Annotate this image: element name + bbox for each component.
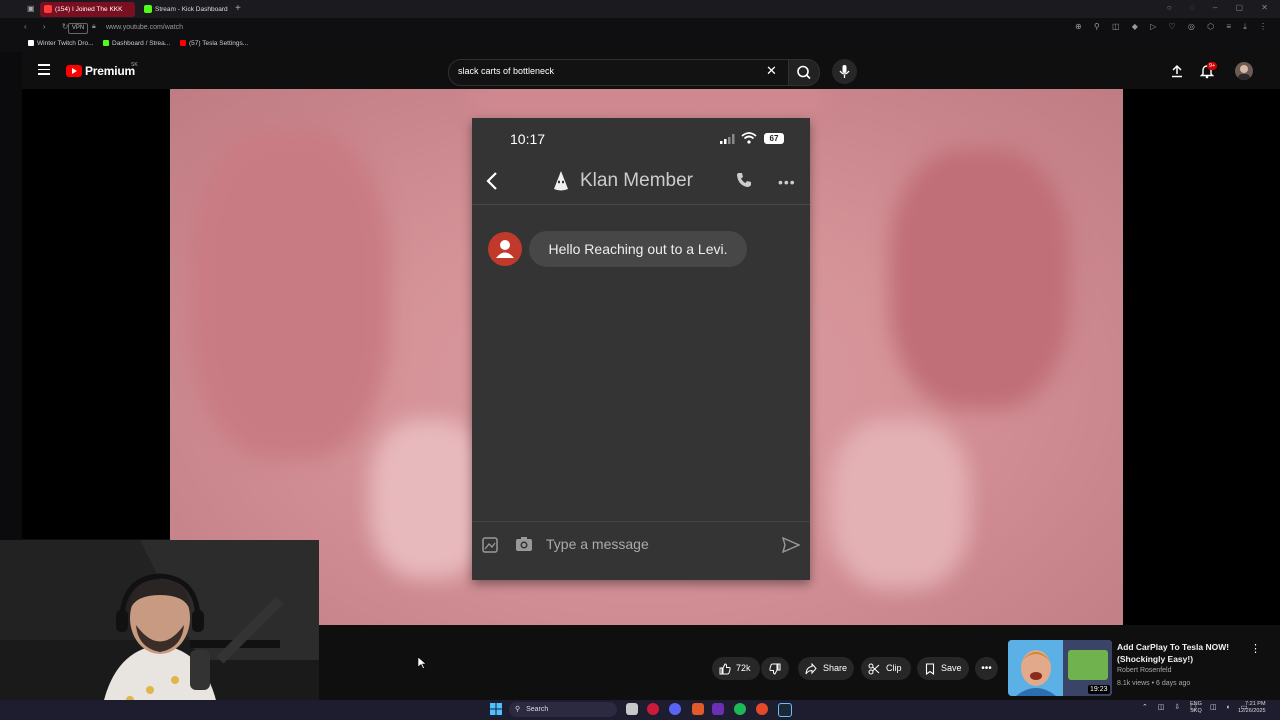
header-divider: [472, 204, 810, 205]
gallery-icon: [482, 537, 498, 553]
region-code: SK: [131, 62, 138, 68]
sender-avatar-icon: [488, 232, 522, 266]
language-indicator[interactable]: ENG SKQ: [1190, 701, 1202, 715]
brave-taskbar-icon[interactable]: [692, 703, 704, 715]
message-composer-placeholder: Type a message: [546, 536, 649, 552]
send-icon: [782, 537, 800, 553]
clip-label: Clip: [886, 663, 902, 673]
avatar-image: [1238, 65, 1250, 80]
letterbox-left: [22, 89, 170, 539]
wifi-icon: [741, 132, 757, 144]
voice-search-button[interactable]: [832, 59, 857, 84]
discord-taskbar-icon[interactable]: [669, 703, 681, 715]
letterbox-right: [1123, 89, 1280, 625]
search-button[interactable]: [788, 59, 820, 86]
battery-indicator: 67: [764, 133, 784, 144]
youtube-premium-wordmark[interactable]: Premium: [85, 64, 135, 78]
contact-name: Klan Member: [580, 170, 693, 191]
share-arrow-icon: [805, 663, 817, 675]
phone-clock: 10:17: [510, 131, 546, 147]
recommended-video-meta: 8.1k views • 6 days ago: [1117, 680, 1191, 687]
bookmark-item[interactable]: Dashboard / Strea...: [103, 40, 170, 47]
notification-count-badge: 9+: [1207, 62, 1218, 70]
lock-icon[interactable]: 🔒︎: [92, 23, 96, 31]
kick-favicon-icon: [144, 5, 152, 14]
save-label: Save: [941, 663, 962, 673]
spotify-taskbar-icon[interactable]: [734, 703, 746, 715]
mouse-cursor-icon: [418, 657, 427, 669]
video-duration-badge: 19:23: [1088, 685, 1110, 694]
account-avatar[interactable]: [1235, 62, 1253, 80]
kebab-menu-icon[interactable]: ⋮: [1250, 642, 1261, 655]
hamburger-menu-icon[interactable]: [38, 64, 50, 75]
blurred-background-shape: [190, 129, 390, 459]
windows-taskbar: [0, 700, 1280, 720]
microphone-icon: [839, 65, 850, 78]
more-actions-button[interactable]: •••: [975, 657, 998, 680]
share-label: Share: [823, 663, 848, 673]
bookmark-item[interactable]: (57) Tesla Settings...: [180, 40, 248, 47]
camera-icon: [516, 537, 532, 551]
like-count: 72k: [736, 663, 751, 673]
audio-playing-icon: [44, 5, 52, 14]
recommended-video-channel[interactable]: Robert Rosenfeld: [1117, 667, 1171, 674]
recommended-video-title[interactable]: Add CarPlay To Tesla NOW! (Shockingly Ea…: [1117, 641, 1247, 665]
taskbar-search-box[interactable]: ⚲ Search: [509, 702, 617, 717]
like-button[interactable]: 72k: [712, 657, 760, 680]
window-controls[interactable]: ○ ◌ – ▢ ✕: [1167, 3, 1276, 12]
extension-icons[interactable]: ⊕ ⚲ ◫ ◆ ▷ ♡ ◎ ⬡ ≡ ⤓ ⋮: [1075, 22, 1272, 32]
more-options-icon: •••: [778, 174, 796, 190]
scissors-icon: [868, 663, 880, 675]
webcam-overlay: [0, 540, 319, 720]
back-arrow-icon: [486, 172, 497, 190]
bookmark-icon: [925, 663, 935, 675]
steam-taskbar-icon[interactable]: [778, 703, 792, 717]
upload-icon[interactable]: [1170, 64, 1184, 78]
tab-kick[interactable]: Stream - Kick Dashboard: [140, 2, 232, 17]
new-tab-button[interactable]: +: [235, 3, 241, 15]
windows-start-icon[interactable]: [490, 703, 502, 715]
thumbs-down-icon: [769, 663, 781, 675]
url-field[interactable]: www.youtube.com/watch: [106, 22, 183, 34]
bookmark-icon: [28, 40, 34, 47]
blurred-background-shape: [890, 149, 1070, 409]
dislike-button[interactable]: [761, 657, 789, 680]
taskbar-clock[interactable]: 7:21 PM 12/26/2025: [1238, 701, 1266, 715]
vpn-badge[interactable]: VPN: [68, 23, 88, 34]
cell-signal-icon: [720, 134, 735, 144]
bookmark-icon: [103, 40, 109, 47]
opera-taskbar-icon[interactable]: [647, 703, 659, 715]
obs-taskbar-icon[interactable]: [712, 703, 724, 715]
taskbar-search-label: Search: [526, 706, 549, 713]
streamer-webcam-image: [0, 540, 319, 720]
search-icon: ⚲: [515, 706, 521, 713]
thumbs-up-icon: [719, 663, 731, 675]
chrome-taskbar-icon[interactable]: [756, 703, 768, 715]
message-bubble: Hello Reaching out to a Levi.: [529, 231, 747, 267]
tab-label: (154) I Joined The KKK: [55, 6, 123, 13]
tab-youtube[interactable]: (154) I Joined The KKK: [40, 2, 135, 17]
tab-menu-icon[interactable]: ▣: [27, 4, 35, 13]
share-button[interactable]: Share: [798, 657, 854, 680]
phone-call-icon: [737, 173, 751, 187]
search-query-text: slack carts of bottleneck: [458, 66, 555, 76]
bookmark-icon: [180, 40, 186, 47]
search-icon: [797, 65, 811, 80]
hooded-figure-icon: [554, 171, 568, 191]
person-icon: [496, 240, 514, 258]
tab-label: Stream - Kick Dashboard: [155, 6, 228, 13]
clip-button[interactable]: Clip: [861, 657, 911, 680]
task-view-icon[interactable]: [626, 703, 638, 715]
save-button[interactable]: Save: [917, 657, 969, 680]
bookmarks-bar: Winter Twitch Dro... Dashboard / Strea..…: [0, 38, 1280, 52]
play-triangle-icon: [72, 68, 77, 74]
bookmark-item[interactable]: Winter Twitch Dro...: [28, 40, 94, 47]
clear-search-icon[interactable]: ✕: [766, 63, 777, 79]
blurred-background-shape: [830, 419, 970, 589]
composer-divider: [472, 521, 810, 522]
